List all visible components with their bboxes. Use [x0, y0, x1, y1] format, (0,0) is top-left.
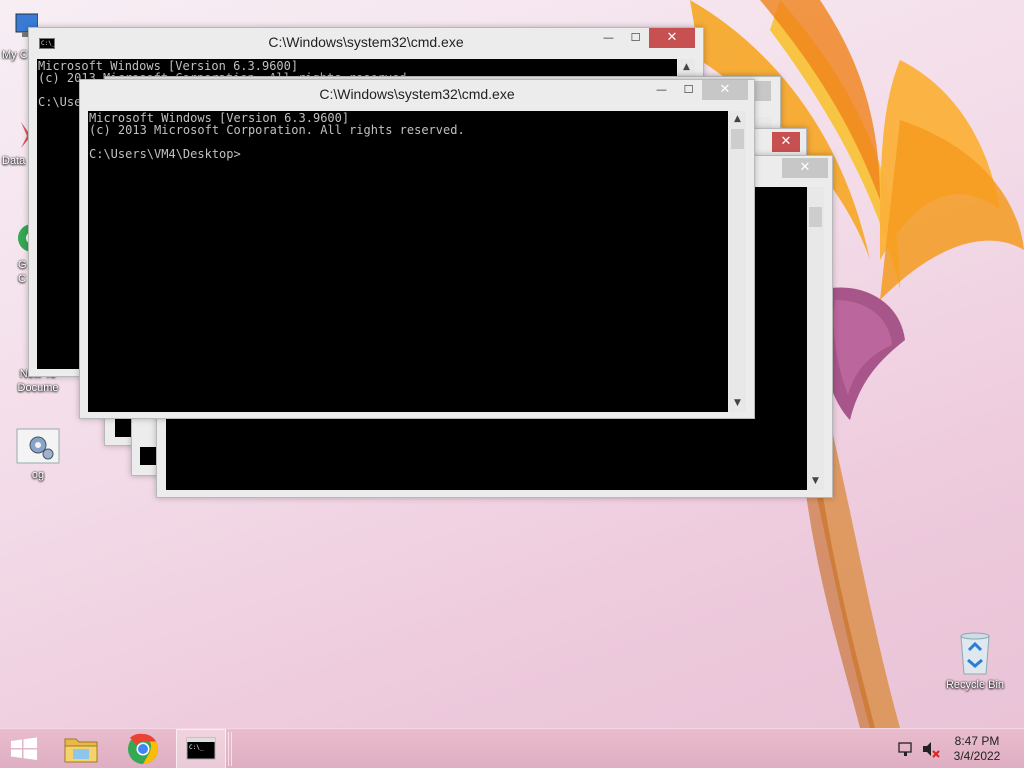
scroll-down-icon[interactable]: ▼ [729, 395, 746, 412]
file-explorer-icon [64, 738, 98, 763]
chrome-icon [128, 733, 159, 764]
settings-file-icon [16, 428, 60, 464]
close-button[interactable]: ✕ [702, 80, 748, 100]
clock-time: 8:47 PM [954, 734, 1000, 748]
network-icon [898, 742, 912, 756]
window-titlebar[interactable]: C:\_ C:\Windows\system32\cmd.exe — ☐ ✕ [29, 28, 703, 58]
vertical-scrollbar[interactable]: ▼ [807, 187, 824, 490]
window-titlebar[interactable]: C:\Windows\system32\cmd.exe — ☐ ✕ [80, 80, 754, 110]
taskbar-file-explorer[interactable] [58, 729, 104, 768]
desktop-icon-label: Recycle Bin [945, 679, 1005, 691]
close-button[interactable]: ✕ [782, 158, 828, 178]
cmd-window-front[interactable]: C:\Windows\system32\cmd.exe — ☐ ✕ Micros… [79, 79, 755, 419]
desktop-icon-recycle-bin[interactable]: Recycle Bin [940, 630, 1010, 692]
minimize-button[interactable]: — [595, 28, 622, 48]
taskbar-stack-edge [228, 732, 232, 766]
desktop-icon-label: og [31, 469, 45, 481]
scroll-thumb[interactable] [809, 207, 822, 227]
tray-network[interactable] [896, 729, 916, 768]
taskbar: C:\_ 8:47 PM 3/4/2022 [0, 728, 1024, 768]
maximize-button[interactable]: ☐ [675, 80, 702, 100]
console-output[interactable]: Microsoft Windows [Version 6.3.9600] (c)… [88, 111, 728, 412]
cmd-icon: C:\_ [186, 737, 216, 760]
scroll-up-icon[interactable]: ▲ [729, 111, 746, 128]
start-button[interactable] [0, 729, 48, 768]
taskbar-cmd[interactable]: C:\_ [176, 729, 226, 768]
maximize-button[interactable]: ☐ [622, 28, 649, 48]
clock-date: 3/4/2022 [953, 749, 1001, 763]
tray-volume[interactable] [920, 729, 942, 768]
close-button[interactable]: ✕ [772, 132, 800, 152]
scroll-up-icon[interactable]: ▲ [678, 59, 695, 76]
close-button[interactable]: ✕ [649, 28, 695, 48]
scroll-thumb[interactable] [731, 129, 744, 149]
recycle-bin-icon [960, 632, 990, 675]
vertical-scrollbar[interactable]: ▲ ▼ [729, 111, 746, 412]
taskbar-chrome[interactable] [120, 729, 166, 768]
scroll-down-icon[interactable]: ▼ [807, 473, 824, 490]
start-icon [11, 737, 37, 760]
tray-clock[interactable]: 8:47 PM 3/4/2022 [952, 734, 1002, 764]
svg-text:C:\_: C:\_ [189, 744, 204, 751]
speaker-muted-icon [923, 742, 940, 758]
desktop-icon-og[interactable]: og [3, 428, 73, 482]
minimize-button[interactable]: — [648, 80, 675, 100]
